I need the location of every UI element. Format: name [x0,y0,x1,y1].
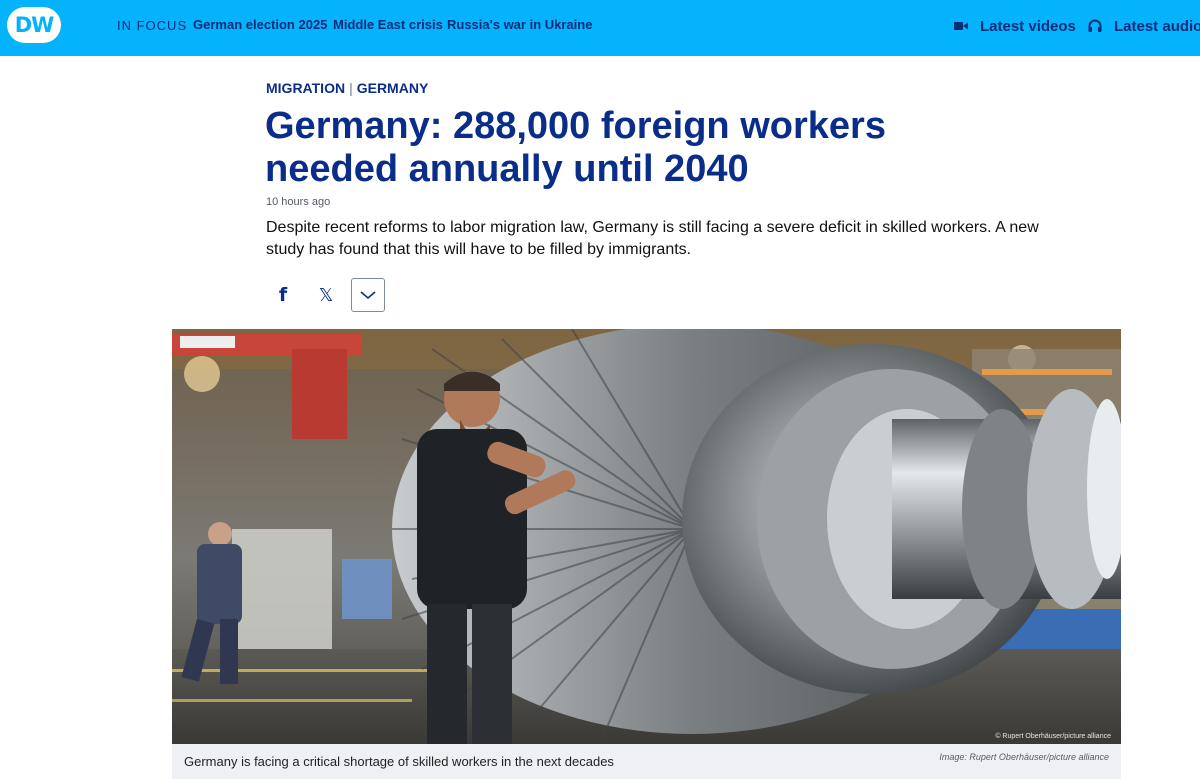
topic-link-middle-east-crisis[interactable]: Middle East crisis [333,17,443,32]
latest-videos-label: Latest videos [980,17,1076,35]
article-hero-image[interactable]: © Rupert Oberhäuser/picture alliance [172,329,1121,744]
kicker-separator: | [349,80,353,96]
in-focus-label: IN FOCUS [117,18,188,33]
kicker-link-germany[interactable]: GERMANY [357,80,429,96]
dw-logo[interactable]: DW [7,7,61,43]
image-credit: Image: Rupert Oberhäuser/picture allianc… [939,752,1109,762]
facebook-icon: f [278,284,288,306]
latest-audio-button[interactable]: Latest audio [1087,16,1200,36]
photo-watermark: © Rupert Oberhäuser/picture alliance [995,733,1111,740]
latest-videos-button[interactable]: Latest videos [953,16,1076,36]
topic-link-german-election[interactable]: German election 2025 [193,17,327,32]
share-x-button[interactable]: 𝕏 [309,278,343,312]
image-caption: Germany is facing a critical shortage of… [184,754,614,769]
latest-audio-label: Latest audio [1114,17,1200,35]
topic-link-russias-war-in-ukraine[interactable]: Russia's war in Ukraine [447,17,592,32]
share-more-toggle[interactable] [351,278,385,312]
article-teaser: Despite recent reforms to labor migratio… [266,219,1039,258]
article-headline: Germany: 288,000 foreign workers needed … [265,105,886,190]
article-kicker: MIGRATION | GERMANY [266,80,428,96]
dw-logo-text: DW [14,13,55,37]
article-timestamp: 10 hours ago [266,196,331,208]
factory-turbine-photo [172,329,1121,744]
x-icon: 𝕏 [318,284,334,306]
kicker-link-migration[interactable]: MIGRATION [266,80,345,96]
top-navigation-bar: DW IN FOCUS German election 2025 Middle … [0,0,1200,56]
image-caption-bar: Germany is facing a critical shortage of… [172,744,1121,779]
video-camera-icon [954,22,968,30]
headphones-icon [1088,19,1102,32]
share-facebook-button[interactable]: f [266,278,300,312]
chevron-down-icon [360,291,376,300]
